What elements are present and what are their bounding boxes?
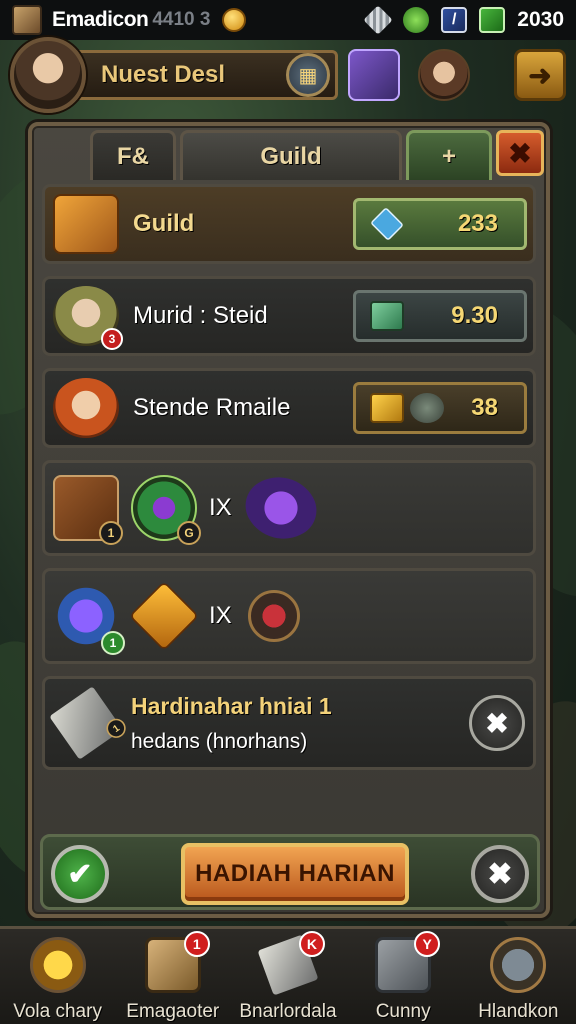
ally-portrait-icon[interactable]	[418, 49, 470, 101]
bottom-nav: Vola chary 1 Emagaoter K Bnarlordala Y C…	[0, 926, 576, 1024]
quantity-text: IX	[209, 494, 232, 521]
notification-badge: Y	[414, 931, 441, 957]
currency-pill: 38	[353, 382, 527, 434]
currency-value: 233	[457, 210, 498, 237]
tab-add[interactable]: +	[406, 130, 492, 180]
app-logo-icon	[12, 5, 42, 35]
status-year: 2030	[517, 8, 564, 31]
nav-item-vola[interactable]: Vola chary	[3, 937, 113, 1023]
gold-cube-icon[interactable]	[128, 580, 200, 652]
guild-panel: F& Guild + ✖ Guild 233 3 Murid : Steid 9…	[28, 122, 550, 918]
close-icon[interactable]: ✖	[471, 845, 529, 903]
nav-item-bnarlordala[interactable]: K Bnarlordala	[233, 931, 343, 1023]
ruby-token-icon[interactable]	[247, 590, 300, 642]
nav-label: Bnarlordala	[239, 1001, 337, 1022]
row-label: Stende Rmaile	[133, 394, 291, 421]
tab-fa[interactable]: F&	[90, 130, 176, 180]
jade-cube-icon	[370, 301, 404, 331]
action-bar: ✔ HADIAH HARIAN ✖	[40, 834, 540, 910]
hero-portrait-icon[interactable]	[10, 37, 86, 113]
notification-badge: 1	[183, 931, 210, 957]
currency-value: 9.30	[451, 302, 498, 329]
daily-subtitle: hedans (hnorhans)	[131, 729, 308, 753]
green-leaf-icon[interactable]	[403, 7, 430, 33]
currency-value: 38	[471, 394, 498, 421]
app-title: Emadicon	[52, 8, 149, 31]
item-badge: 1	[99, 521, 123, 545]
nav-item-hlandkon[interactable]: Hlandkon	[463, 937, 573, 1023]
notification-badge: 3	[101, 328, 123, 350]
list-item[interactable]: Stende Rmaile 38	[42, 368, 536, 448]
panel-tabs: F& Guild +	[90, 126, 546, 180]
magic-wand-icon[interactable]	[348, 49, 400, 101]
status-bar: Emadicon 4410 3 / 2030	[0, 0, 576, 40]
quantity-text: IX	[209, 602, 232, 629]
row-label: Guild	[133, 210, 195, 237]
star-icon	[29, 937, 86, 993]
gold-gem-icon	[222, 8, 247, 32]
green-book-icon[interactable]	[479, 7, 506, 33]
quests-diamond-icon[interactable]	[363, 5, 393, 35]
violet-orb-icon[interactable]: 1	[53, 583, 125, 655]
redhead-portrait-icon	[53, 378, 119, 438]
item-badge: G	[177, 521, 201, 545]
blue-card-icon[interactable]: /	[441, 7, 468, 33]
quest-title: Nuest Desl	[101, 61, 226, 88]
reward-row[interactable]: 1 G IX	[42, 460, 536, 556]
gold-box-icon	[370, 393, 404, 423]
list-item[interactable]: Guild 233	[42, 184, 536, 264]
spear-icon[interactable]: 1	[53, 475, 123, 545]
close-panel-button[interactable]: ✖	[496, 130, 544, 176]
currency-pill: 233	[353, 198, 527, 250]
item-badge: 1	[101, 631, 125, 655]
magnifier-icon	[490, 937, 547, 993]
notification-badge: K	[298, 931, 325, 957]
tab-guild[interactable]: Guild	[180, 130, 402, 180]
header-bar: Nuest Desl ▦ ➜	[10, 37, 566, 113]
nav-item-emagaoter[interactable]: 1 Emagaoter	[118, 931, 228, 1023]
list-item[interactable]: 3 Murid : Steid 9.30	[42, 276, 536, 356]
treasure-chest-icon	[53, 194, 119, 254]
nav-label: Cunny	[375, 1001, 431, 1022]
nav-label: Emagaoter	[126, 1001, 220, 1022]
emerald-shield-icon[interactable]: G	[131, 475, 201, 545]
claim-daily-reward-button[interactable]: HADIAH HARIAN	[181, 843, 409, 905]
row-label: Murid : Steid	[133, 302, 268, 329]
nav-item-cunny[interactable]: Y Cunny	[348, 931, 458, 1023]
crossed-sword-icon: 1	[49, 686, 130, 760]
daily-reward-row[interactable]: 1 Hardinahar hniai 1 hedans (hnorhans) ✖	[42, 676, 536, 770]
stone-pot-icon	[410, 393, 444, 423]
shield-crest-icon[interactable]: ▦	[286, 53, 330, 97]
reward-row[interactable]: 1 IX	[42, 568, 536, 664]
panel-content: Guild 233 3 Murid : Steid 9.30 Stende Rm…	[42, 184, 536, 782]
dismiss-button[interactable]: ✖	[469, 695, 525, 751]
item-badge: 1	[102, 714, 130, 742]
arrow-forward-icon[interactable]: ➜	[514, 49, 566, 101]
elf-portrait-icon: 3	[53, 286, 123, 350]
daily-title: Hardinahar hniai 1	[131, 692, 332, 719]
currency-pill: 9.30	[353, 290, 527, 342]
blue-diamond-icon	[370, 207, 404, 241]
nav-label: Hlandkon	[478, 1001, 559, 1022]
amethyst-amulet-icon[interactable]	[235, 462, 326, 554]
status-ghost-text: 4410 3	[152, 9, 211, 30]
check-icon[interactable]: ✔	[51, 845, 109, 903]
nav-label: Vola chary	[13, 1001, 102, 1022]
